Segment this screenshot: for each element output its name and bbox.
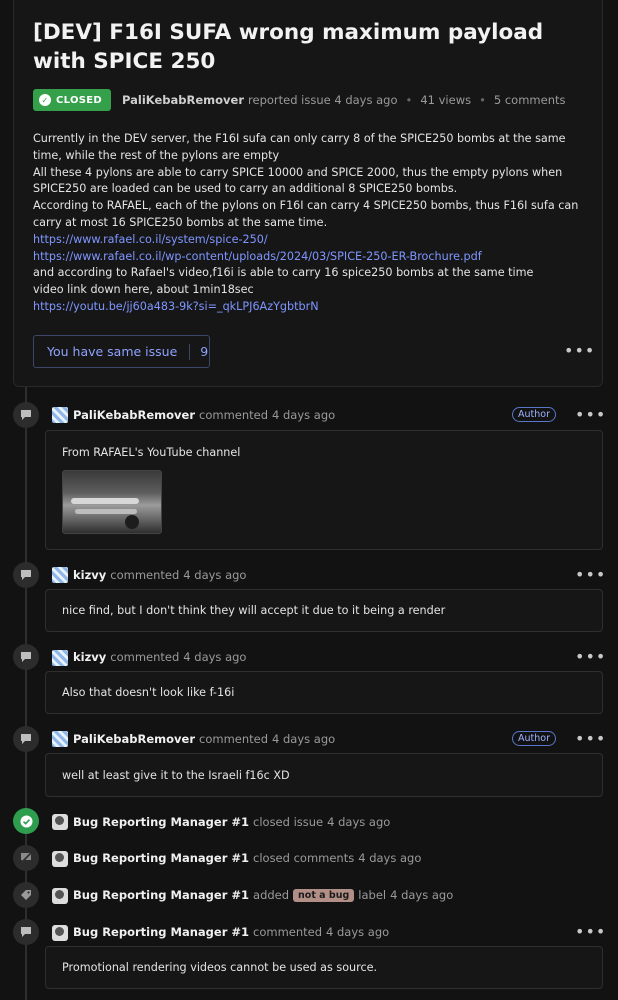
event-action: label [358,888,387,902]
event-time[interactable]: 4 days ago [390,888,453,902]
author-badge: Author [512,407,556,422]
event-action: closed comments [253,851,355,865]
more-dots-icon[interactable]: ••• [575,924,606,940]
thumbnail-detail [71,498,139,504]
comment-time[interactable]: 4 days ago [326,925,389,939]
comment-time[interactable]: 4 days ago [272,732,335,746]
same-issue-button[interactable]: You have same issue 9 [33,335,210,368]
event-action: added [253,888,290,902]
comment-time[interactable]: 4 days ago [272,408,335,422]
issue-title: [DEV] F16I SUFA wrong maximum payload wi… [33,20,544,74]
comment-header: PaliKebabRemover commented 4 days ago [73,408,335,422]
reported-text: reported issue 4 days ago [248,93,398,107]
body-paragraph: Currently in the DEV server, the F16I su… [33,132,566,162]
views-count: 41 views [420,93,472,107]
comment-header: PaliKebabRemover commented 4 days ago [73,732,335,746]
more-dots-icon[interactable]: ••• [575,567,606,583]
more-dots-icon[interactable]: ••• [575,649,606,665]
avatar[interactable] [52,814,68,830]
body-paragraph: and according to Rafael's video,f16i is … [33,266,534,280]
issue-author[interactable]: PaliKebabRemover [122,93,244,107]
comment-action: commented [199,408,269,422]
event-header: Bug Reporting Manager #1 closed comments… [73,851,421,865]
event-time[interactable]: 4 days ago [358,851,421,865]
same-issue-count: 9 [200,344,209,359]
comment-text: nice find, but I don't think they will a… [62,604,446,617]
comment-icon [13,402,39,428]
comment-body: Also that doesn't look like f-16i [45,671,603,714]
comment-header: Bug Reporting Manager #1 commented 4 day… [73,925,389,939]
more-dots-icon[interactable]: ••• [575,731,606,747]
comment-time[interactable]: 4 days ago [183,568,246,582]
thumbnail-detail [75,509,137,514]
event-time[interactable]: 4 days ago [327,815,390,829]
comment-action: commented [253,925,323,939]
link-brochure[interactable]: https://www.rafael.co.il/wp-content/uplo… [33,249,588,266]
divider [189,343,191,360]
separator-dot: • [479,93,486,107]
comment-action: commented [110,650,180,664]
avatar[interactable] [52,567,68,583]
event-author[interactable]: Bug Reporting Manager #1 [73,851,249,865]
avatar[interactable] [52,851,68,867]
comment-author[interactable]: Bug Reporting Manager #1 [73,925,249,939]
comments-count: 5 comments [493,93,566,107]
issue-meta: ✓ CLOSED PaliKebabRemover reported issue… [33,89,566,111]
comment-body: Promotional rendering videos cannot be u… [45,946,603,989]
check-circle-icon: ✓ [39,94,51,106]
same-issue-label: You have same issue [47,344,178,359]
comment-author[interactable]: kizvy [73,650,106,664]
status-label: CLOSED [56,94,102,106]
more-dots-icon[interactable]: ••• [575,407,606,423]
timeline-line [25,387,27,1000]
comment-header: kizvy commented 4 days ago [73,650,246,664]
more-dots-icon[interactable]: ••• [564,343,595,359]
comment-action: commented [199,732,269,746]
body-paragraph: According to RAFAEL, each of the pylons … [33,199,579,229]
separator-dot: • [405,93,413,107]
comment-author[interactable]: PaliKebabRemover [73,408,195,422]
link-youtube[interactable]: https://youtu.be/jj60a483-9k?si=_qkLPJ6A… [33,299,588,316]
comment-text: Promotional rendering videos cannot be u… [62,961,378,974]
comment-header: kizvy commented 4 days ago [73,568,246,582]
comment-time[interactable]: 4 days ago [183,650,246,664]
comment-icon [13,644,39,670]
event-author[interactable]: Bug Reporting Manager #1 [73,815,249,829]
avatar[interactable] [52,925,68,941]
link-spice250[interactable]: https://www.rafael.co.il/system/spice-25… [33,232,588,249]
tag-icon [13,882,39,908]
event-header: Bug Reporting Manager #1 added not a bug… [73,888,453,902]
body-paragraph: All these 4 pylons are able to carry SPI… [33,165,563,196]
comment-icon [13,919,39,945]
avatar[interactable] [52,888,68,904]
avatar[interactable] [52,407,68,423]
thumbnail-detail [125,515,139,529]
event-header: Bug Reporting Manager #1 closed issue 4 … [73,815,390,829]
comment-text: From RAFAEL's YouTube channel [62,446,241,459]
issue-body: Currently in the DEV server, the F16I su… [33,131,588,316]
avatar[interactable] [52,650,68,666]
event-action: closed issue [253,815,324,829]
avatar[interactable] [52,731,68,747]
comment-icon [13,562,39,588]
author-badge: Author [512,731,556,746]
event-author[interactable]: Bug Reporting Manager #1 [73,888,249,902]
body-paragraph: video link down here, about 1min18sec [33,283,254,297]
comment-author[interactable]: PaliKebabRemover [73,732,195,746]
video-thumbnail[interactable] [62,470,162,534]
status-badge: ✓ CLOSED [33,89,111,111]
comments-closed-icon [13,845,39,871]
label-not-a-bug[interactable]: not a bug [293,888,355,902]
comment-action: commented [110,568,180,582]
comment-author[interactable]: kizvy [73,568,106,582]
comment-body: nice find, but I don't think they will a… [45,589,603,632]
comment-icon [13,726,39,752]
comment-text: Also that doesn't look like f-16i [62,686,235,699]
check-circle-icon [13,808,39,834]
comment-text: well at least give it to the Israeli f16… [62,768,290,782]
comment-body: well at least give it to the Israeli f16… [45,753,603,797]
